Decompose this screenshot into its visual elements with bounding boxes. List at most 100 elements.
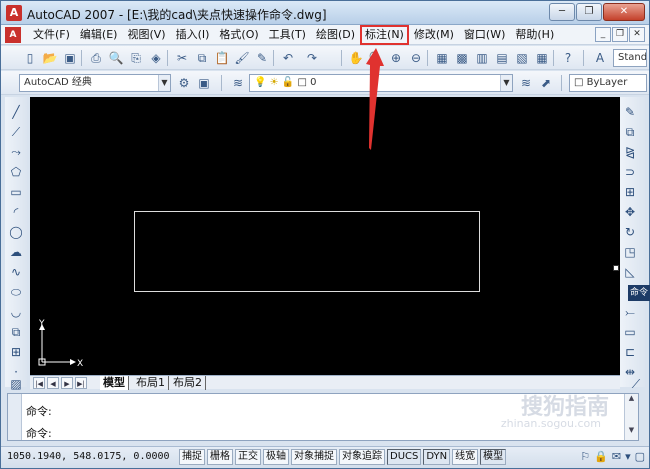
chevron-down-icon[interactable]: ▼: [500, 75, 512, 91]
tab-layout2[interactable]: 布局2: [170, 376, 206, 390]
markup-icon[interactable]: ▧: [513, 49, 531, 67]
next-tab-icon[interactable]: ▶: [61, 377, 73, 389]
lock-icon[interactable]: 🔒: [594, 450, 608, 463]
properties-icon[interactable]: ▦: [433, 49, 451, 67]
menu-item-7[interactable]: 标注(N): [360, 25, 409, 45]
doc-close-button[interactable]: ✕: [629, 27, 645, 42]
sheet-set-icon[interactable]: ▤: [493, 49, 511, 67]
construction-line-icon[interactable]: ⟋: [7, 123, 25, 141]
command-grip[interactable]: [8, 394, 22, 440]
status-toggle-6[interactable]: DUCS: [387, 449, 422, 465]
circle-icon[interactable]: ◯: [7, 223, 25, 241]
plot-icon[interactable]: ⎙: [87, 49, 105, 67]
offset-icon[interactable]: ⊃: [621, 163, 639, 181]
zoom-window-icon[interactable]: ⊕: [387, 49, 405, 67]
save-icon[interactable]: ▣: [61, 49, 79, 67]
scroll-down-icon[interactable]: ▼: [625, 426, 638, 434]
arc-icon[interactable]: ◜: [7, 203, 25, 221]
workspace-select[interactable]: AutoCAD 经典 ▼: [19, 74, 171, 92]
close-button[interactable]: ✕: [603, 3, 645, 21]
clean-screen-icon[interactable]: ▢: [635, 450, 645, 463]
rectangle-icon[interactable]: ▭: [7, 183, 25, 201]
menu-item-9[interactable]: 窗口(W): [459, 25, 510, 45]
status-toggle-9[interactable]: 模型: [480, 449, 507, 465]
chamfer-icon[interactable]: ⟋: [627, 375, 645, 393]
line-icon[interactable]: ╱: [7, 103, 25, 121]
trim-icon[interactable]: ⤚: [621, 303, 639, 321]
status-toggle-3[interactable]: 极轴: [263, 449, 289, 465]
minimize-button[interactable]: ─: [549, 3, 575, 21]
prev-tab-icon[interactable]: ◀: [47, 377, 59, 389]
text-style-icon[interactable]: A: [591, 49, 609, 67]
new-file-icon[interactable]: ▯: [21, 49, 39, 67]
cut-icon[interactable]: ✂: [173, 49, 191, 67]
make-block-icon[interactable]: ⊞: [7, 343, 25, 361]
last-tab-icon[interactable]: ▶|: [75, 377, 87, 389]
rotate-icon[interactable]: ↻: [621, 223, 639, 241]
menu-item-1[interactable]: 编辑(E): [75, 25, 123, 45]
status-toggle-8[interactable]: 线宽: [452, 449, 479, 465]
workspace-save-icon[interactable]: ▣: [195, 74, 213, 92]
doc-minimize-button[interactable]: _: [595, 27, 611, 42]
color-select[interactable]: □ ByLayer: [569, 74, 647, 92]
spline-icon[interactable]: ∿: [7, 263, 25, 281]
paste-icon[interactable]: 📋: [213, 49, 231, 67]
block-editor-icon[interactable]: ✎: [253, 49, 271, 67]
command-input[interactable]: 命令:: [26, 425, 52, 441]
menu-item-4[interactable]: 格式(O): [214, 25, 263, 45]
redo-icon[interactable]: ↷: [303, 49, 321, 67]
chevron-down-icon[interactable]: ▼: [158, 75, 170, 91]
layer-select[interactable]: 💡 ☀ 🔓 □ 0 ▼: [249, 74, 513, 92]
communication-center-icon[interactable]: ✉: [612, 450, 621, 463]
menu-item-0[interactable]: 文件(F): [28, 25, 75, 45]
break-icon[interactable]: ⊏: [621, 343, 639, 361]
status-toggle-0[interactable]: 捕捉: [179, 449, 205, 465]
stretch-icon[interactable]: ◺: [621, 263, 639, 281]
help-icon[interactable]: ?: [559, 49, 577, 67]
ellipse-icon[interactable]: ⬭: [7, 283, 25, 301]
move-icon[interactable]: ✥: [621, 203, 639, 221]
status-toggle-2[interactable]: 正交: [235, 449, 261, 465]
tab-layout1[interactable]: 布局1: [133, 376, 169, 390]
document-icon[interactable]: A: [5, 27, 21, 43]
mirror-icon[interactable]: ⧎: [621, 143, 639, 161]
match-properties-icon[interactable]: 🖌: [233, 49, 251, 67]
status-toggle-7[interactable]: DYN: [423, 449, 451, 465]
tab-model[interactable]: 模型: [100, 376, 129, 390]
scroll-up-icon[interactable]: ▲: [625, 394, 638, 402]
annotation-scale-icon[interactable]: ⚐: [580, 450, 590, 463]
plot-preview-icon[interactable]: 🔍: [107, 49, 125, 67]
status-toggle-1[interactable]: 栅格: [207, 449, 233, 465]
polyline-icon[interactable]: ⤳: [7, 143, 25, 161]
calculator-icon[interactable]: ▦: [533, 49, 551, 67]
undo-icon[interactable]: ↶: [279, 49, 297, 67]
status-toggle-5[interactable]: 对象追踪: [339, 449, 385, 465]
doc-restore-button[interactable]: ❐: [612, 27, 628, 42]
grip-square[interactable]: [613, 265, 619, 271]
ellipse-arc-icon[interactable]: ◡: [7, 303, 25, 321]
autocad-logo-icon[interactable]: A: [6, 5, 22, 21]
drawing-canvas[interactable]: Y X: [30, 97, 620, 375]
tool-palettes-icon[interactable]: ▥: [473, 49, 491, 67]
chevron-down-icon[interactable]: ▾: [625, 450, 631, 463]
revision-cloud-icon[interactable]: ☁: [7, 243, 25, 261]
text-style-select[interactable]: Stand: [613, 49, 647, 67]
command-scrollbar[interactable]: ▲ ▼: [624, 394, 638, 440]
menu-item-8[interactable]: 修改(M): [409, 25, 459, 45]
menu-item-10[interactable]: 帮助(H): [510, 25, 559, 45]
erase-icon[interactable]: ✎: [621, 103, 639, 121]
zoom-previous-icon[interactable]: ⊖: [407, 49, 425, 67]
make-current-layer-icon[interactable]: ≋: [517, 74, 535, 92]
layer-previous-icon[interactable]: ⬈: [537, 74, 555, 92]
open-file-icon[interactable]: 📂: [41, 49, 59, 67]
hatch-icon[interactable]: ▨: [7, 375, 25, 393]
menu-item-3[interactable]: 插入(I): [171, 25, 215, 45]
array-icon[interactable]: ⊞: [621, 183, 639, 201]
layer-manager-icon[interactable]: ≋: [229, 74, 247, 92]
publish-icon[interactable]: ⎘: [127, 49, 145, 67]
workspace-settings-icon[interactable]: ⚙: [175, 74, 193, 92]
pan-icon[interactable]: ✋: [347, 49, 365, 67]
design-center-icon[interactable]: ▩: [453, 49, 471, 67]
zoom-realtime-icon[interactable]: 🔍: [367, 49, 385, 67]
insert-block-icon[interactable]: ⧉: [7, 323, 25, 341]
